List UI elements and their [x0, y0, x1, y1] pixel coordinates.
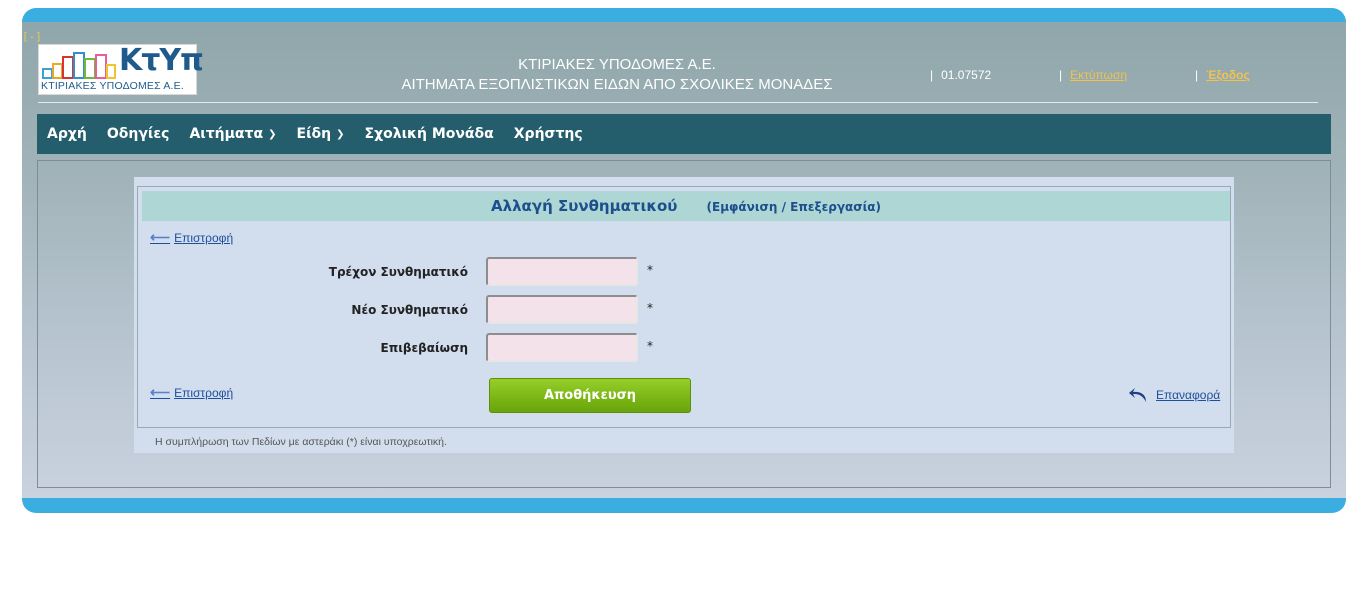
chevron-down-icon: ❯ [336, 128, 345, 140]
reset-link[interactable]: Επαναφορά [1128, 386, 1220, 404]
nav-item-school-unit[interactable]: Σχολική Μονάδα [365, 126, 494, 142]
current-password-label: Τρέχον Συνθηματικό [328, 265, 468, 279]
app-body: [-] ΚτΥπ ΚΤΙΡΙΑΚΕΣ ΥΠΟΔΟΜΕΣ Α.Ε. ΚΤΙΡΙΑΚ… [22, 22, 1346, 498]
password-panel: Αλλαγή Συνθηματικού (Εμφάνιση / Επεξεργα… [134, 177, 1234, 453]
logo: ΚτΥπ ΚΤΙΡΙΑΚΕΣ ΥΠΟΔΟΜΕΣ Α.Ε. [38, 43, 204, 95]
user-code: 01.07572 [941, 68, 992, 82]
arrow-left-icon: ⟵ [150, 384, 171, 400]
chevron-down-icon: ❯ [268, 128, 277, 140]
save-button[interactable]: Αποθήκευση [489, 378, 691, 413]
new-password-input[interactable] [486, 295, 638, 324]
nav-item-items[interactable]: Είδη ❯ [297, 126, 345, 142]
app-frame: [-] ΚτΥπ ΚΤΙΡΙΑΚΕΣ ΥΠΟΔΟΜΕΣ Α.Ε. ΚΤΙΡΙΑΚ… [22, 8, 1346, 513]
form-title: Αλλαγή Συνθηματικού [490, 197, 678, 215]
confirm-password-input[interactable] [486, 333, 638, 362]
form-mode: (Εμφάνιση / Επεξεργασία) [706, 200, 882, 214]
nav-item-requests[interactable]: Αιτήματα ❯ [189, 126, 276, 142]
logo-subtitle: ΚΤΙΡΙΑΚΕΣ ΥΠΟΔΟΜΕΣ Α.Ε. [41, 80, 184, 92]
nav-item-user[interactable]: Χρήστης [514, 126, 583, 142]
undo-icon [1129, 388, 1146, 402]
logout-link[interactable]: Έξοδος [1206, 68, 1250, 82]
content-area: Αλλαγή Συνθηματικού (Εμφάνιση / Επεξεργα… [37, 160, 1331, 488]
back-link-bottom[interactable]: ⟵ Επιστροφή [150, 384, 233, 401]
required-marker: * [647, 301, 653, 315]
user-code-item: | 01.07572 [930, 68, 992, 82]
new-password-label: Νέο Συνθηματικό [351, 303, 468, 317]
confirm-password-label: Επιβεβαίωση [380, 341, 468, 355]
required-fields-note: Η συμπλήρωση των Πεδίων με αστεράκι (*) … [155, 436, 447, 448]
collapse-toggle[interactable]: [-] [22, 30, 42, 43]
print-link[interactable]: Εκτύπωση [1070, 68, 1127, 82]
form-title-bar: Αλλαγή Συνθηματικού (Εμφάνιση / Επεξεργα… [142, 191, 1230, 221]
logo-brand: ΚτΥπ [119, 43, 204, 78]
header-divider [38, 102, 1318, 103]
header-titles: ΚΤΙΡΙΑΚΕΣ ΥΠΟΔΟΜΕΣ Α.Ε. ΑΙΤΗΜΑΤΑ ΕΞΟΠΛΙΣ… [352, 55, 882, 95]
nav-item-home[interactable]: Αρχή [47, 126, 87, 142]
current-password-input[interactable] [486, 257, 638, 286]
required-marker: * [647, 339, 653, 353]
print-item: | Εκτύπωση [1059, 68, 1127, 82]
back-link-top[interactable]: ⟵ Επιστροφή [150, 229, 233, 246]
nav-item-instructions[interactable]: Οδηγίες [107, 126, 170, 142]
arrow-left-icon: ⟵ [150, 229, 171, 245]
main-nav: Αρχή Οδηγίες Αιτήματα ❯ Είδη ❯ Σχολική Μον… [37, 114, 1331, 154]
logout-item: | Έξοδος [1195, 68, 1250, 82]
required-marker: * [647, 263, 653, 277]
form-box: Αλλαγή Συνθηματικού (Εμφάνιση / Επεξεργα… [137, 186, 1231, 428]
app-title: ΑΙΤΗΜΑΤΑ ΕΞΟΠΛΙΣΤΙΚΩΝ ΕΙΔΩΝ ΑΠΟ ΣΧΟΛΙΚΕΣ… [401, 76, 833, 93]
company-title: ΚΤΙΡΙΑΚΕΣ ΥΠΟΔΟΜΕΣ Α.Ε. [518, 56, 716, 73]
logo-buildings-icon [42, 52, 116, 79]
